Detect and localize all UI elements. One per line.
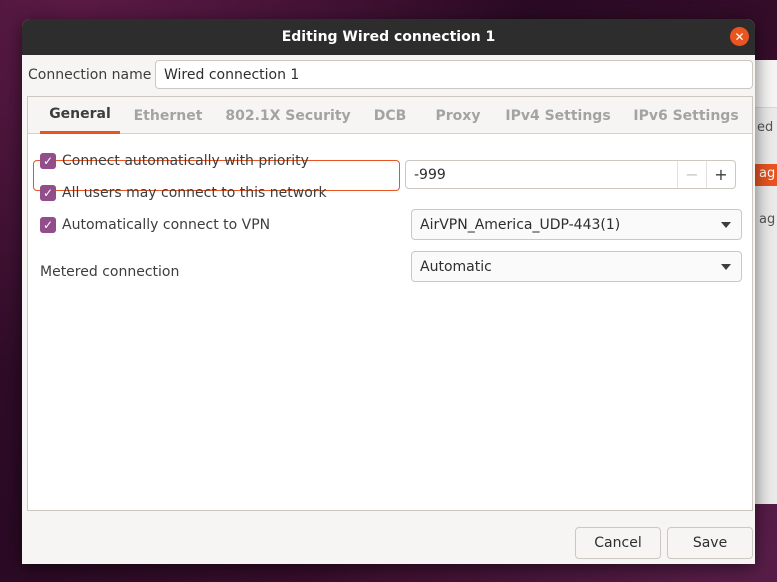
- metered-connection-label: Metered connection: [40, 264, 180, 280]
- tab-ipv6-settings[interactable]: IPv6 Settings: [633, 97, 738, 134]
- auto-vpn-checkbox[interactable]: ✓ Automatically connect to VPN: [40, 216, 270, 234]
- all-users-checkbox[interactable]: ✓ All users may connect to this network: [40, 184, 327, 202]
- auto-vpn-label: Automatically connect to VPN: [62, 217, 271, 233]
- priority-decrement-button[interactable]: −: [677, 161, 706, 188]
- checkbox-checked-icon: ✓: [40, 217, 56, 233]
- tab-general[interactable]: General: [40, 97, 120, 134]
- tab-dcb[interactable]: DCB: [368, 97, 412, 134]
- connection-name-value: Wired connection 1: [164, 66, 300, 83]
- tab-ethernet[interactable]: Ethernet: [132, 97, 204, 134]
- chevron-down-icon: [721, 263, 731, 270]
- connection-name-input[interactable]: Wired connection 1: [155, 60, 753, 89]
- priority-value[interactable]: -999: [406, 167, 677, 183]
- priority-spinbutton[interactable]: -999 − +: [405, 160, 736, 189]
- cancel-button[interactable]: Cancel: [575, 527, 661, 559]
- metered-select[interactable]: Automatic: [411, 251, 742, 282]
- save-button[interactable]: Save: [667, 527, 753, 559]
- auto-connect-checkbox[interactable]: ✓ Connect automatically with priority: [40, 152, 309, 170]
- tab-proxy[interactable]: Proxy: [432, 97, 484, 134]
- priority-increment-button[interactable]: +: [706, 161, 735, 188]
- background-window-badge: ag: [753, 164, 777, 186]
- tab-bar: General Ethernet 802.1X Security DCB Pro…: [28, 97, 752, 134]
- vpn-selected-value: AirVPN_America_UDP-443(1): [420, 216, 621, 233]
- tab-ipv4-settings[interactable]: IPv4 Settings: [505, 97, 610, 134]
- connection-name-row: Connection name Wired connection 1: [22, 55, 755, 95]
- connection-name-label: Connection name: [28, 67, 152, 83]
- all-users-label: All users may connect to this network: [62, 185, 327, 201]
- background-window-text: ed: [757, 120, 774, 135]
- close-icon: ✕: [734, 29, 745, 44]
- vpn-select[interactable]: AirVPN_America_UDP-443(1): [411, 209, 742, 240]
- checkbox-checked-icon: ✓: [40, 153, 56, 169]
- dialog-titlebar[interactable]: Editing Wired connection 1 ✕: [22, 19, 755, 55]
- close-button[interactable]: ✕: [730, 27, 749, 46]
- chevron-down-icon: [721, 221, 731, 228]
- background-window-text-2: ag: [759, 212, 776, 227]
- edit-connection-dialog: Editing Wired connection 1 ✕ Connection …: [22, 19, 755, 564]
- metered-selected-value: Automatic: [420, 258, 492, 275]
- tab-8021x-security[interactable]: 802.1X Security: [225, 97, 350, 134]
- checkbox-checked-icon: ✓: [40, 185, 56, 201]
- auto-connect-label: Connect automatically with priority: [62, 153, 309, 169]
- dialog-title: Editing Wired connection 1: [281, 29, 496, 45]
